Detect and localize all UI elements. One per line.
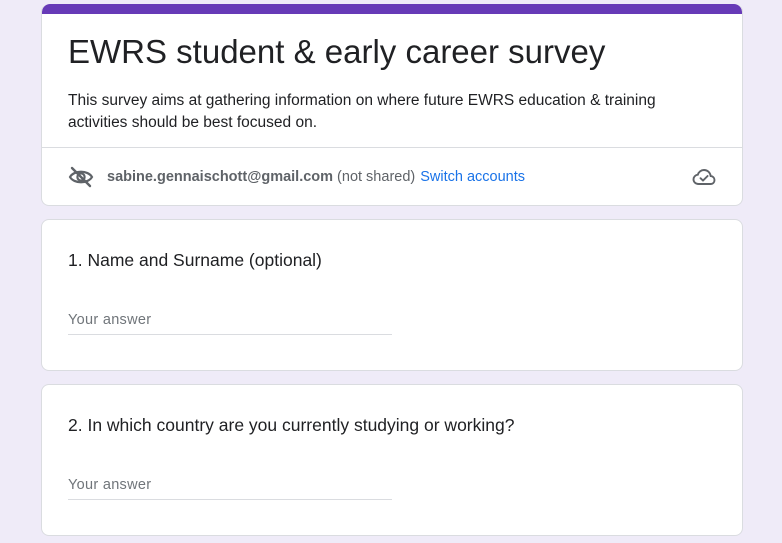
cloud-check-icon[interactable] [692,167,716,187]
form-description: This survey aims at gathering informatio… [68,92,656,131]
form-header-card: EWRS student & early career survey This … [41,4,743,206]
question-title: 2. In which country are you currently st… [68,415,515,435]
question-title: 1. Name and Surname (optional) [68,250,322,270]
switch-accounts-link[interactable]: Switch accounts [420,169,525,185]
eye-off-icon [68,166,94,188]
answer-input-country[interactable] [68,471,392,500]
answer-input-name[interactable] [68,306,392,335]
account-email: sabine.gennaischott@gmail.com [107,169,334,185]
account-row: sabine.gennaischott@gmail.com (not share… [68,148,716,205]
question-card-country: 2. In which country are you currently st… [41,384,743,536]
question-card-name: 1. Name and Surname (optional) [41,219,743,371]
theme-accent-bar [42,4,742,14]
form-title: EWRS student & early career survey [68,33,606,70]
visibility-note: (not shared) [337,169,416,185]
